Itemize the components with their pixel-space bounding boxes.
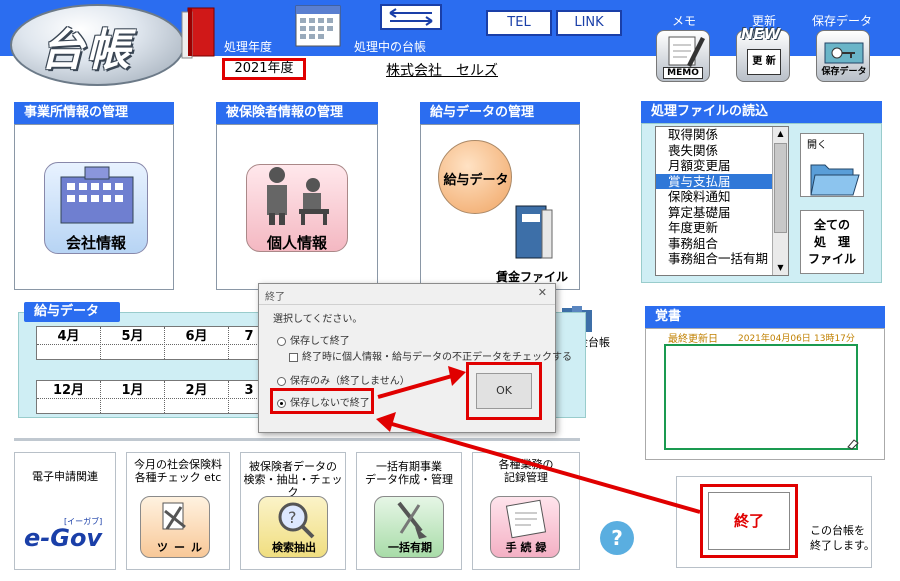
- annotation-arrows: [376, 366, 701, 514]
